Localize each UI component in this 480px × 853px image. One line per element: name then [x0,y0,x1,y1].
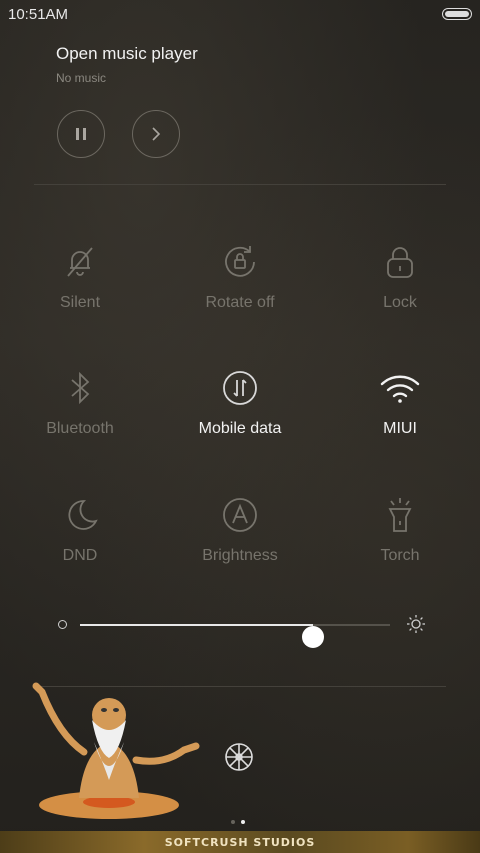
mobile-data-icon [223,371,257,405]
divider [34,184,446,185]
toggle-label: DND [62,547,98,564]
page-indicator [228,811,248,829]
wifi-icon [380,375,420,403]
next-button[interactable] [132,110,180,158]
battery-icon [442,8,472,20]
toggle-dnd[interactable]: DND [5,495,155,585]
toggle-rotate[interactable]: Rotate off [165,242,315,332]
torch-icon [388,498,412,532]
toggle-label: Bluetooth [46,420,114,437]
lock-icon [387,247,413,278]
rotate-lock-icon [225,246,255,277]
meditating-sage-illustration [32,682,200,819]
moon-icon [68,500,98,530]
toggle-wifi[interactable]: MIUI [325,368,475,458]
toggle-bluetooth[interactable]: Bluetooth [5,368,155,458]
toggle-label: Mobile data [198,420,282,437]
brightness-low-icon [58,620,67,629]
toggle-label: Silent [59,294,101,311]
pause-button[interactable] [57,110,105,158]
toggle-silent[interactable]: Silent [5,242,155,332]
brightness-slider[interactable] [56,612,426,648]
next-icon [152,127,161,141]
status-bar: 10:51AM [0,0,480,28]
brightness-track[interactable] [80,624,390,648]
brightness-fill [80,624,313,626]
page-dot [231,820,235,824]
toggle-torch[interactable]: Torch [325,495,475,585]
toggle-label: MIUI [383,420,417,437]
bell-off-icon [67,247,93,277]
toggle-brightness[interactable]: Brightness [165,495,315,585]
bluetooth-icon [71,371,90,405]
status-time: 10:51AM [8,6,69,23]
page-dot-active [241,820,245,824]
brand-footer: SOFTCRUSH STUDIOS [0,831,480,853]
music-title[interactable]: Open music player [56,44,198,64]
toggle-label: Torch [380,547,420,564]
auto-brightness-icon [223,498,257,532]
toggle-mobile-data[interactable]: Mobile data [165,368,315,458]
toggle-label: Rotate off [205,294,275,311]
brightness-thumb[interactable] [301,626,324,648]
music-player-widget[interactable]: Open music player No music [56,44,198,85]
pause-icon [76,128,86,140]
brand-text: SOFTCRUSH STUDIOS [164,835,316,849]
wheel-icon[interactable] [224,742,254,772]
brightness-high-icon [407,615,425,633]
music-subtitle: No music [56,71,107,85]
toggle-lock[interactable]: Lock [325,242,475,332]
toggle-label: Brightness [202,547,278,564]
toggle-label: Lock [383,294,417,311]
